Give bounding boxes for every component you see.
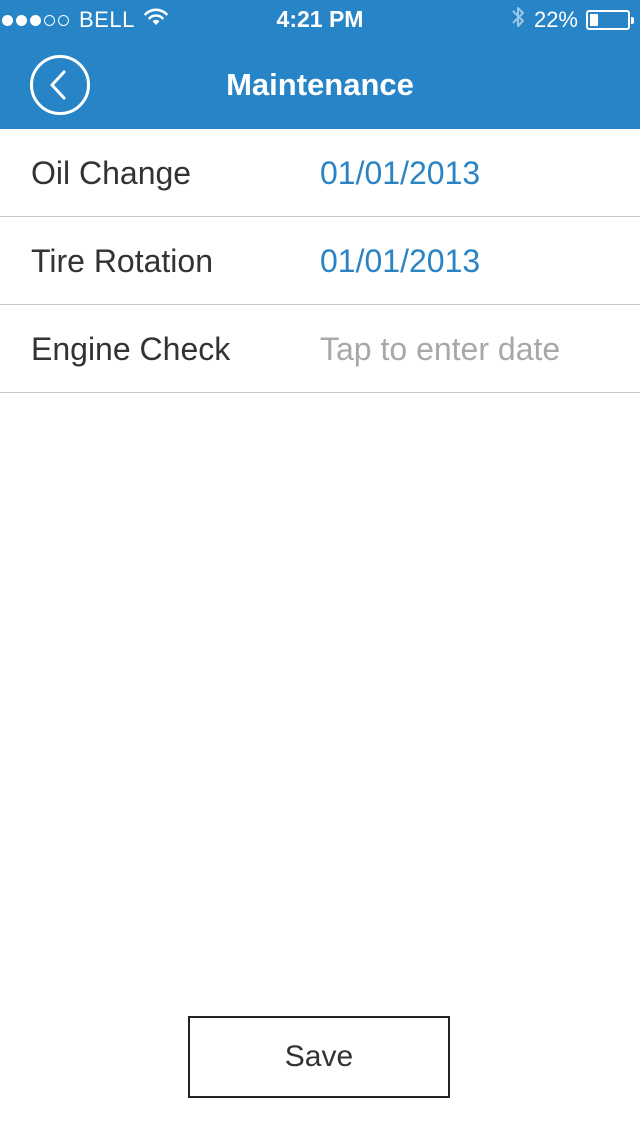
maintenance-label: Tire Rotation: [31, 243, 213, 279]
maintenance-label: Oil Change: [31, 155, 192, 191]
bluetooth-icon: [510, 5, 526, 35]
navigation-bar: Maintenance: [0, 40, 640, 129]
save-button[interactable]: Save: [188, 1016, 450, 1098]
maintenance-row-engine-check[interactable]: Engine Check Tap to enter date: [0, 305, 640, 393]
maintenance-label: Engine Check: [31, 331, 231, 367]
status-bar: BELL 4:21 PM 22%: [0, 0, 640, 40]
battery-percent: 22%: [533, 7, 578, 32]
maintenance-date-placeholder[interactable]: Tap to enter date: [320, 331, 560, 368]
header-bar: BELL 4:21 PM 22% Maintenance: [0, 0, 640, 129]
battery-icon: [586, 10, 634, 30]
maintenance-date-value[interactable]: 01/01/2013: [320, 155, 480, 192]
maintenance-row-tire-rotation[interactable]: Tire Rotation 01/01/2013: [0, 217, 640, 305]
maintenance-row-oil-change[interactable]: Oil Change 01/01/2013: [0, 129, 640, 217]
maintenance-date-value[interactable]: 01/01/2013: [320, 243, 480, 280]
page-title: Maintenance: [226, 67, 414, 102]
battery-level-fill: [590, 14, 598, 26]
maintenance-list: Oil Change 01/01/2013 Tire Rotation 01/0…: [0, 129, 640, 393]
